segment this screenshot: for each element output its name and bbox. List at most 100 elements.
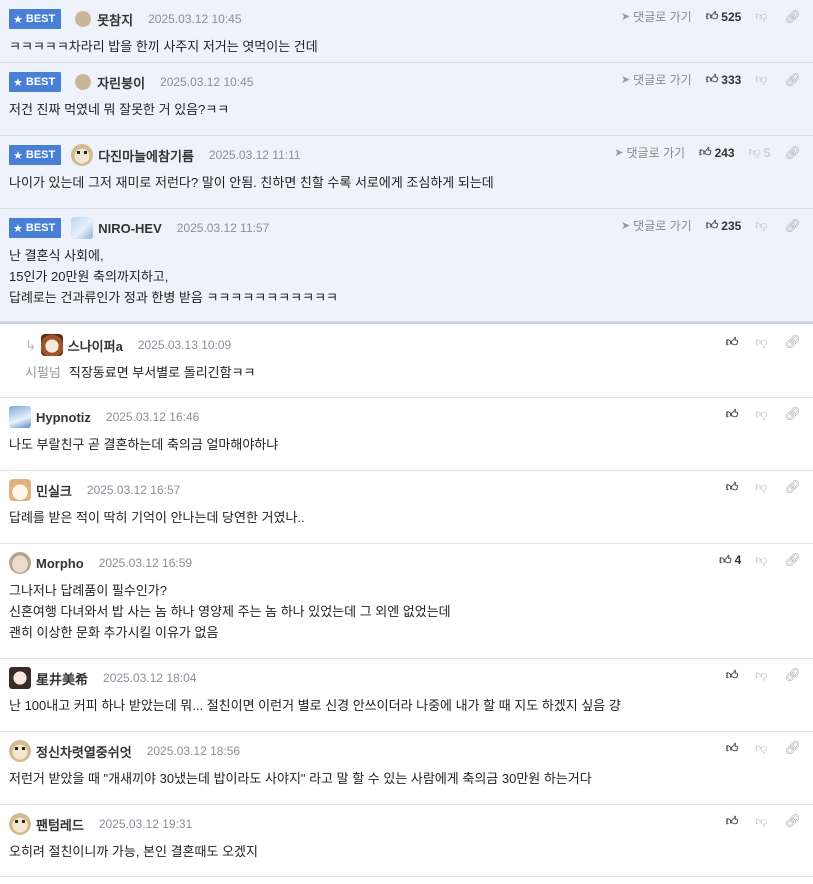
- link-icon[interactable]: 🔗︎: [784, 552, 801, 568]
- best-comment: ★ BEST 못참지 2025.03.12 10:45 ➤ 댓글로 가기 👍︎ 525 👎︎ 🔗︎…: [0, 0, 813, 63]
- timestamp: 2025.03.12 10:45: [160, 75, 254, 89]
- thumbs-up-icon: 👍︎: [725, 406, 739, 421]
- avatar[interactable]: [75, 11, 92, 27]
- comment-line: 답례로는 건과류인가 정과 한병 받음 ㅋㅋㅋㅋㅋㅋㅋㅋㅋㅋㅋ: [9, 287, 804, 308]
- comment-line: 난 100내고 커피 하나 받았는데 뭐... 절친이면 이런거 별로 신경 안…: [9, 695, 804, 716]
- link-icon[interactable]: 🔗︎: [784, 145, 801, 161]
- upvote-button[interactable]: 👍︎ 525: [706, 9, 742, 24]
- thumbs-down-icon: 👎︎: [755, 334, 768, 349]
- upvote-button[interactable]: 👍︎: [726, 741, 742, 756]
- downvote-button[interactable]: 👎︎ 5: [749, 145, 771, 160]
- link-icon[interactable]: 🔗︎: [784, 667, 801, 683]
- thumbs-down-icon: 👎︎: [755, 406, 768, 421]
- upvote-button[interactable]: 👍︎ 243: [699, 145, 735, 160]
- downvote-button[interactable]: 👎︎: [755, 335, 770, 350]
- link-icon[interactable]: 🔗︎: [784, 218, 801, 234]
- goto-comment-link[interactable]: ➤ 댓글로 가기: [621, 8, 692, 25]
- downvote-button[interactable]: 👎︎: [755, 668, 770, 683]
- downvote-button[interactable]: 👎︎: [755, 814, 770, 829]
- goto-label: 댓글로 가기: [633, 10, 692, 24]
- star-icon: ★: [13, 222, 23, 235]
- avatar[interactable]: [40, 334, 63, 356]
- thumbs-up-icon: 👍︎: [705, 72, 719, 86]
- link-icon[interactable]: 🔗︎: [784, 406, 801, 422]
- avatar[interactable]: [9, 667, 31, 689]
- upvote-button[interactable]: 👍︎: [726, 407, 742, 422]
- upvote-count: 235: [721, 218, 742, 233]
- avatar[interactable]: [75, 74, 92, 90]
- avatar[interactable]: [71, 144, 94, 166]
- upvote-count: 525: [721, 9, 742, 24]
- link-icon[interactable]: 🔗︎: [784, 9, 801, 25]
- comment-header: 星井美希 2025.03.12 18:04: [9, 665, 804, 691]
- downvote-button[interactable]: 👎︎: [755, 553, 770, 568]
- comment-actions: 👍︎ 👎︎ 🔗︎: [726, 334, 801, 350]
- upvote-button[interactable]: 👍︎: [726, 814, 742, 829]
- thumbs-down-icon: 👎︎: [755, 740, 768, 755]
- link-icon[interactable]: 🔗︎: [784, 334, 801, 350]
- goto-arrow-icon: ➤: [620, 11, 631, 23]
- comment-body: 답례를 받은 적이 딱히 기억이 안나는데 당연한 거였나..: [9, 503, 804, 537]
- upvote-button[interactable]: 👍︎: [726, 335, 742, 350]
- upvote-button[interactable]: 👍︎ 333: [706, 72, 742, 87]
- upvote-button[interactable]: 👍︎: [726, 480, 742, 495]
- upvote-count: 4: [734, 553, 742, 567]
- goto-arrow-icon: ➤: [620, 220, 631, 232]
- downvote-button[interactable]: 👎︎: [755, 480, 770, 495]
- comment-actions: 👍︎ 👎︎ 🔗︎: [726, 740, 801, 756]
- upvote-button[interactable]: 👍︎ 235: [706, 218, 742, 233]
- timestamp: 2025.03.12 16:57: [86, 483, 181, 497]
- comment-line: 나도 부랄친구 곧 결혼하는데 축의금 얼마해야하냐: [9, 434, 804, 455]
- upvote-count: 333: [721, 72, 742, 87]
- downvote-button[interactable]: 👎︎: [755, 407, 770, 422]
- comment-text: 신혼여행 다녀와서 밥 사는 놈 하나 영양제 주는 놈 하나 있었는데 그 외…: [9, 604, 451, 619]
- nickname[interactable]: 못참지: [97, 10, 133, 29]
- nickname[interactable]: NIRO-HEV: [98, 221, 162, 236]
- downvote-button[interactable]: 👎︎: [755, 72, 770, 87]
- nickname[interactable]: 팬텀레드: [36, 815, 84, 834]
- avatar[interactable]: [9, 552, 31, 574]
- link-icon[interactable]: 🔗︎: [784, 72, 801, 88]
- comment-body: ㅋㅋㅋㅋㅋ차라리 밥을 한끼 사주지 저거는 엿먹이는 건데: [9, 32, 804, 66]
- comment-header: 팬텀레드 2025.03.12 19:31: [9, 811, 804, 837]
- link-icon[interactable]: 🔗︎: [784, 479, 801, 495]
- avatar[interactable]: [9, 813, 31, 835]
- best-badge: ★ BEST: [9, 145, 62, 165]
- comment-list: ★ BEST 못참지 2025.03.12 10:45 ➤ 댓글로 가기 👍︎ 525 👎︎ 🔗︎…: [0, 0, 813, 877]
- comment-line: 시펄넘 직장동료면 부서별로 돌리긴함ㅋㅋ: [25, 362, 804, 383]
- upvote-button[interactable]: 👍︎ 4: [719, 553, 741, 568]
- avatar[interactable]: [9, 479, 31, 501]
- thumbs-up-icon: 👍︎: [699, 145, 712, 159]
- thumbs-up-icon: 👍︎: [705, 218, 719, 232]
- nickname[interactable]: 민실크: [36, 481, 72, 500]
- thumbs-up-icon: 👍︎: [725, 667, 739, 682]
- link-icon[interactable]: 🔗︎: [784, 740, 801, 756]
- thumbs-up-icon: 👍︎: [705, 9, 719, 23]
- nickname[interactable]: Hypnotiz: [36, 410, 91, 425]
- downvote-count: 5: [763, 145, 771, 160]
- upvote-button[interactable]: 👍︎: [726, 668, 742, 683]
- comment: Morpho 2025.03.12 16:59 👍︎ 4 👎︎ 🔗︎ 그나저나 답례품이 필…: [0, 544, 813, 659]
- downvote-button[interactable]: 👎︎: [755, 741, 770, 756]
- avatar[interactable]: [71, 217, 94, 239]
- nickname[interactable]: Morpho: [36, 556, 84, 571]
- downvote-button[interactable]: 👎︎: [755, 9, 770, 24]
- nickname[interactable]: 정신차렷열중쉬엇: [36, 742, 132, 761]
- comment-body: 나이가 있는데 그저 재미로 저런다? 말이 안됨. 친하면 친할 수록 서로에…: [9, 168, 804, 202]
- nickname[interactable]: 다진마늘에참기름: [98, 146, 194, 165]
- best-comment: ★ BEST 다진마늘에참기름 2025.03.12 11:11 ➤ 댓글로 가기 👍︎ 24…: [0, 136, 813, 209]
- avatar[interactable]: [9, 740, 31, 762]
- reply-target: 시펄넘: [25, 365, 61, 380]
- nickname[interactable]: 자린붕이: [97, 73, 145, 92]
- nickname[interactable]: 星井美希: [36, 669, 88, 688]
- downvote-button[interactable]: 👎︎: [755, 218, 770, 233]
- comment-text: 저런거 받았을 때 "개새끼야 30냈는데 밥이라도 사야지" 라고 말 할 수…: [9, 771, 592, 786]
- avatar[interactable]: [9, 406, 31, 428]
- goto-comment-link[interactable]: ➤ 댓글로 가기: [614, 144, 685, 161]
- nickname[interactable]: 스나이퍼a: [68, 336, 123, 355]
- thumbs-down-icon: 👎︎: [755, 9, 768, 23]
- goto-comment-link[interactable]: ➤ 댓글로 가기: [621, 71, 692, 88]
- link-icon[interactable]: 🔗︎: [784, 813, 801, 829]
- goto-comment-link[interactable]: ➤ 댓글로 가기: [621, 217, 692, 234]
- star-icon: ★: [13, 76, 23, 89]
